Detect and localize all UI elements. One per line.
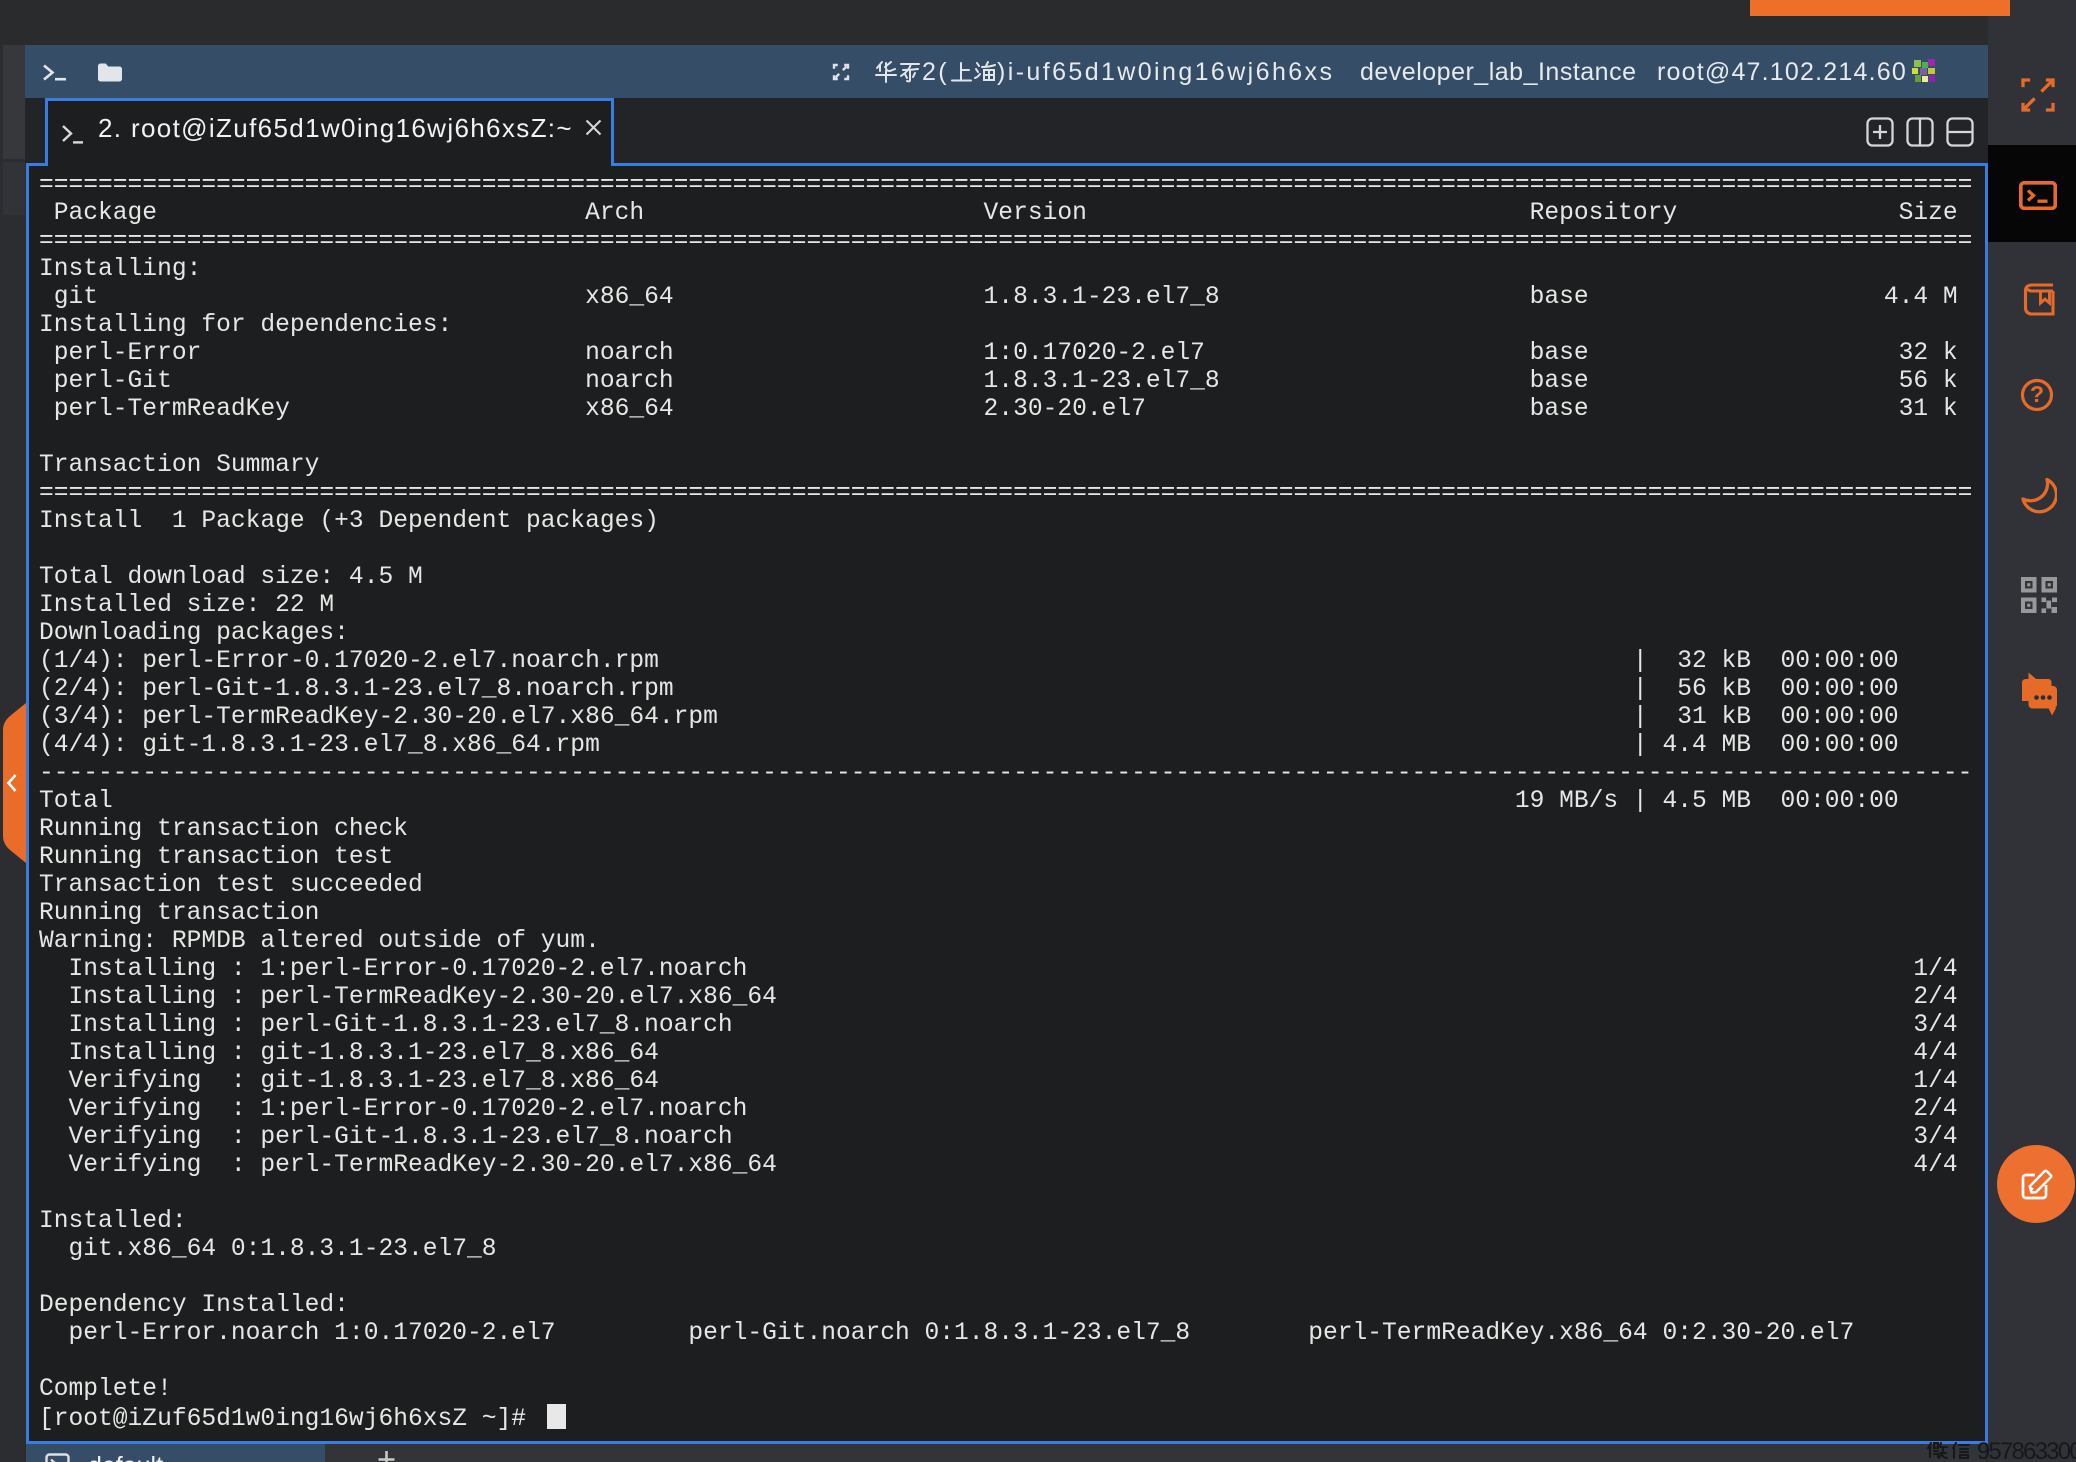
svg-text:?: ? — [2030, 381, 2044, 407]
